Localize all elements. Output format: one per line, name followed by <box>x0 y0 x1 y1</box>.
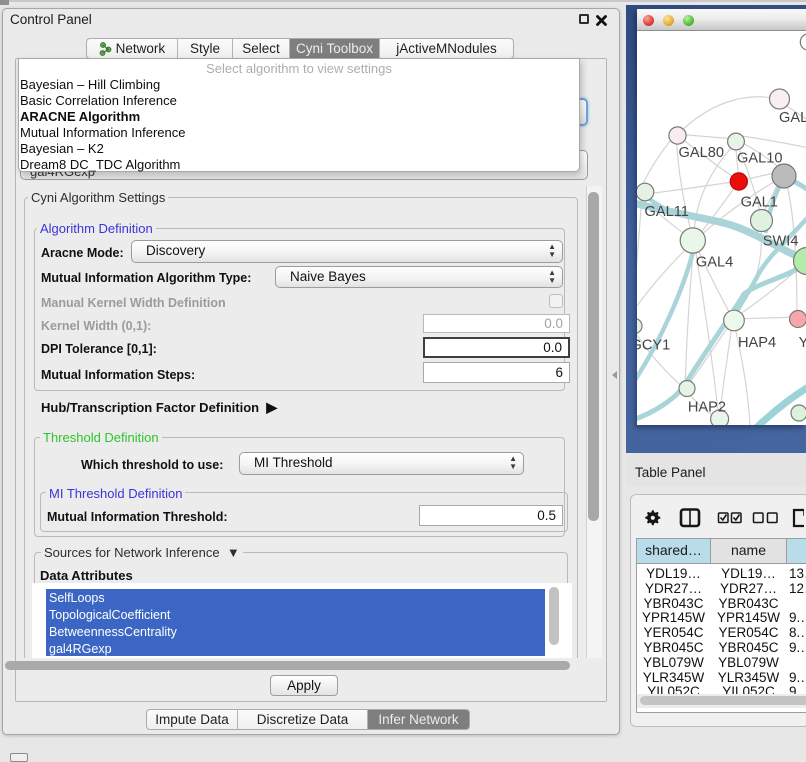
svg-text:SWI4: SWI4 <box>763 234 799 250</box>
svg-text:GAL4: GAL4 <box>696 255 733 271</box>
svg-text:GAL2: GAL2 <box>779 110 806 126</box>
svg-text:GAL11: GAL11 <box>645 204 689 220</box>
svg-text:GCY1: GCY1 <box>637 338 670 354</box>
svg-text:YML: YML <box>799 335 806 351</box>
svg-text:GAL10: GAL10 <box>737 151 782 167</box>
svg-text:HAP4: HAP4 <box>738 335 776 351</box>
svg-text:GAL80: GAL80 <box>679 145 724 161</box>
svg-text:HAP2: HAP2 <box>688 400 726 416</box>
svg-text:GAL1: GAL1 <box>741 195 778 211</box>
